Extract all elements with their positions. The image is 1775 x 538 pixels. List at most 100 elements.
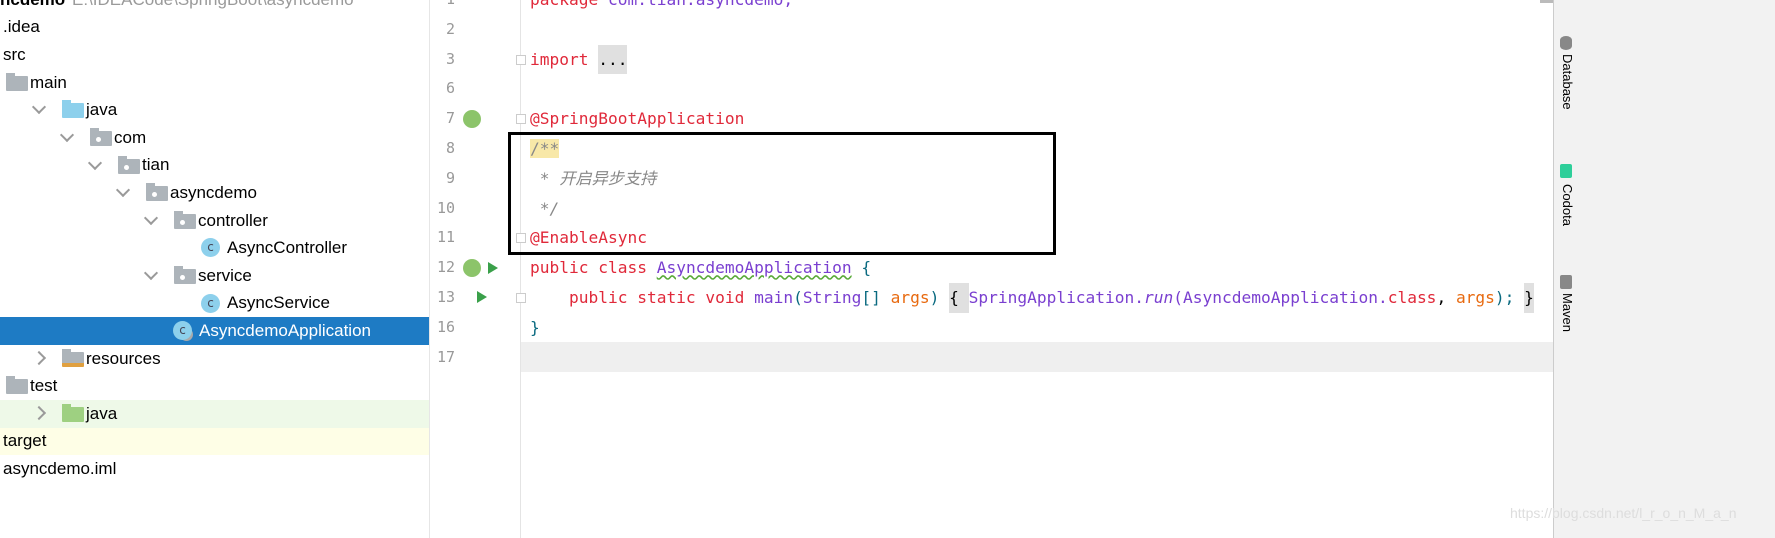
fold-toggle-icon[interactable] [516, 233, 526, 244]
code-token: String [802, 288, 862, 307]
chevron-down-icon[interactable] [87, 155, 103, 170]
code-token: } [530, 317, 540, 337]
spring-boot-class-icon: c [173, 321, 192, 341]
tree-item--idea[interactable]: .idea [0, 14, 429, 42]
chevron-down-icon[interactable] [31, 100, 47, 115]
annotation-highlight-box [508, 132, 1056, 255]
run-icon[interactable] [488, 262, 498, 274]
code-token: ); [1494, 288, 1525, 307]
tree-item-label: java [86, 403, 118, 423]
tree-item-label: AsyncController [227, 238, 347, 258]
line-number: 3 [445, 49, 455, 68]
chevron-down-icon[interactable] [59, 127, 75, 143]
folded-imports[interactable]: ... [598, 44, 628, 75]
code-editor[interactable]: 1236789101112131617 package com.tian.asy… [430, 0, 1553, 538]
tree-item-target[interactable]: target [0, 427, 429, 456]
spring-bean-icon[interactable] [463, 110, 481, 128]
source-folder-icon [62, 100, 84, 119]
code-token: { [949, 288, 969, 307]
tree-item-asyncservice[interactable]: c AsyncService [0, 290, 429, 318]
test-folder-icon [62, 404, 84, 422]
tree-item-label: controller [198, 210, 268, 230]
line-number: 8 [445, 139, 455, 157]
run-icon[interactable] [477, 291, 487, 303]
code-token: (AsyncdemoApplication. [1173, 288, 1388, 307]
tree-item-java[interactable]: java [0, 96, 429, 124]
line-number: 2 [445, 19, 455, 38]
code-line[interactable]: package com.tian.asyncdemo; [530, 0, 793, 15]
fold-divider [520, 0, 521, 538]
tree-item-controller[interactable]: controller [0, 207, 429, 235]
chevron-right-icon[interactable] [31, 350, 47, 365]
code-line[interactable]: @SpringBootApplication [530, 104, 744, 134]
tree-item-asyncdemo-iml[interactable]: asyncdemo.iml [0, 455, 429, 483]
tree-item-asynccontroller[interactable]: c AsyncController [0, 234, 429, 262]
code-token: run [1144, 288, 1174, 307]
folder-icon [6, 72, 28, 91]
line-number: 7 [445, 109, 455, 128]
line-number: 10 [436, 198, 455, 217]
tree-item-label: java [86, 100, 118, 120]
line-number: 12 [436, 258, 455, 277]
code-token: @SpringBootApplication [530, 109, 745, 129]
project-root-header[interactable]: ncdemo E:\IDEACode\SpringBoot\asyncdemo [0, 0, 429, 14]
line-number: 13 [436, 288, 455, 306]
tree-item-test[interactable]: test [0, 372, 429, 400]
database-icon [1560, 36, 1572, 50]
code-token: args [1455, 288, 1495, 307]
fold-toggle-icon[interactable] [516, 54, 526, 65]
tree-item-label: src [3, 44, 26, 64]
chevron-down-icon[interactable] [143, 210, 159, 225]
code-line[interactable]: public class AsyncdemoApplication { [530, 253, 871, 283]
code-token: } [1524, 288, 1534, 307]
current-line-highlight [430, 342, 1553, 372]
tree-item-label: com [114, 127, 147, 147]
code-token: ) [929, 288, 950, 307]
line-number: 11 [436, 228, 455, 247]
fold-toggle-icon[interactable] [516, 293, 526, 303]
tab-database[interactable]: Database [1560, 54, 1575, 110]
tree-item-tian[interactable]: tian [0, 152, 429, 180]
line-number: 6 [445, 79, 455, 98]
tab-maven[interactable]: Maven [1560, 293, 1575, 332]
fold-toggle-icon[interactable] [516, 114, 526, 125]
code-line[interactable]: import ... [530, 44, 628, 75]
tab-codota[interactable]: Codota [1560, 184, 1575, 226]
chevron-right-icon[interactable] [31, 405, 47, 421]
line-number: 17 [436, 347, 455, 366]
tree-item-label: test [30, 376, 58, 396]
tree-item-src[interactable]: src [0, 41, 429, 69]
chevron-down-icon[interactable] [115, 183, 131, 198]
tree-item-asyncdemoapplication[interactable]: c AsyncdemoApplication [0, 317, 429, 345]
package-icon [174, 210, 196, 229]
tree-item-service[interactable]: service [0, 262, 429, 290]
right-tool-window-bar: Database Codota Maven [1553, 0, 1775, 538]
tree-item-asyncdemo[interactable]: asyncdemo [0, 179, 429, 207]
package-icon [90, 128, 112, 146]
code-token: AsyncdemoApplication [656, 258, 852, 278]
code-token: package [530, 0, 598, 9]
package-icon [146, 183, 168, 202]
tree-item-label: resources [86, 348, 161, 368]
spring-bean-icon[interactable] [463, 259, 481, 277]
class-icon: c [201, 293, 220, 313]
tree-item-java[interactable]: java [0, 400, 429, 428]
tree-item-com[interactable]: com [0, 124, 429, 152]
code-line[interactable]: public static void main(String[] args) {… [530, 283, 1534, 313]
tree-item-label: asyncdemo [170, 182, 257, 202]
tree-item-label: tian [142, 155, 170, 175]
code-token: , [1436, 288, 1456, 307]
package-icon [118, 155, 140, 174]
project-name: ncdemo [0, 0, 65, 10]
code-token: class [1387, 288, 1437, 307]
codota-icon [1560, 164, 1572, 178]
chevron-down-icon[interactable] [143, 265, 159, 281]
tree-item-main[interactable]: main [0, 69, 429, 97]
code-line[interactable]: } [530, 313, 540, 343]
tree-item-label: main [30, 72, 67, 92]
maven-icon [1560, 275, 1572, 289]
tree-item-resources[interactable]: resources [0, 345, 429, 373]
folder-icon [6, 376, 28, 395]
watermark: https://blog.csdn.net/l_r_o_n_M_a_n [1510, 505, 1737, 521]
code-token: ( [793, 288, 803, 307]
